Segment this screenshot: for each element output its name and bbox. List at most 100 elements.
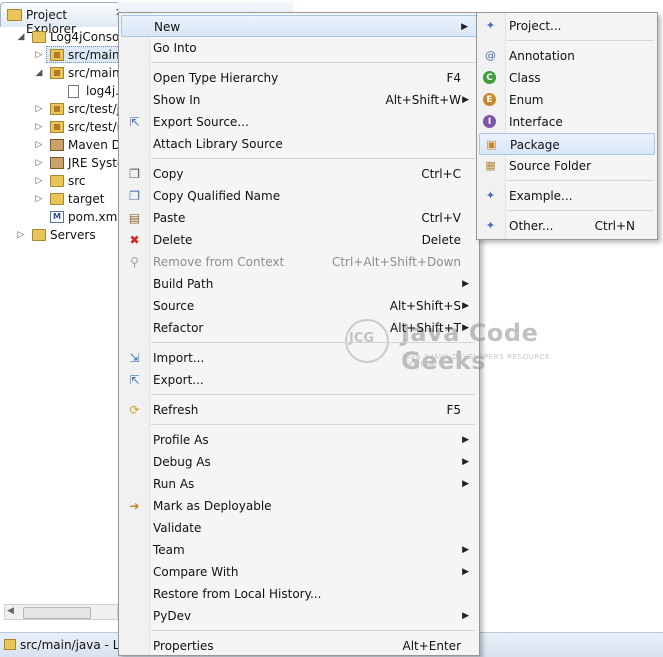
submenu-item-label: Project... (509, 19, 562, 33)
menu-item-new[interactable]: New ▶ (121, 15, 477, 37)
folder-icon (32, 229, 46, 241)
menu-item-attach-library-source[interactable]: Attach Library Source (121, 133, 477, 155)
collapsed-twisty-icon[interactable]: ▷ (34, 154, 44, 172)
menu-item-label: Copy (153, 167, 184, 181)
menu-item-refactor[interactable]: Refactor Alt+Shift+T ▶ (121, 317, 477, 339)
menu-item-show-in[interactable]: Show In Alt+Shift+W ▶ (121, 89, 477, 111)
expanded-twisty-icon[interactable]: ◢ (16, 28, 26, 46)
collapsed-twisty-icon[interactable]: ▷ (34, 172, 44, 190)
tree-item-label: pom.xml (68, 210, 121, 224)
import-icon: ⇲ (129, 351, 140, 365)
submenu-arrow-icon: ▶ (462, 301, 469, 311)
menu-item-paste[interactable]: ▤ Paste Ctrl+V (121, 207, 477, 229)
submenu-item-interface[interactable]: I Interface (479, 111, 655, 133)
menu-item-shortcut: Alt+Shift+S (389, 299, 461, 313)
submenu-item-example[interactable]: ✦ Example... (479, 185, 655, 207)
delete-icon: ✖ (129, 233, 140, 247)
menu-item-label: Open Type Hierarchy (153, 71, 279, 85)
menu-item-build-path[interactable]: Build Path ▶ (121, 273, 477, 295)
menu-item-shortcut: Alt+Enter (402, 639, 461, 653)
scroll-left-icon[interactable]: ◀ (7, 606, 14, 616)
horizontal-scrollbar[interactable]: ◀ (4, 604, 118, 620)
expanded-twisty-icon[interactable]: ◢ (34, 64, 44, 82)
collapsed-twisty-icon[interactable]: ▷ (34, 136, 44, 154)
menu-item-label: Go Into (153, 41, 197, 55)
menu-item-delete[interactable]: ✖ Delete Delete (121, 229, 477, 251)
copy-icon: ❐ (129, 167, 140, 181)
menu-item-restore-from-local-history[interactable]: Restore from Local History... (121, 583, 477, 605)
menu-item-label: Import... (153, 351, 205, 365)
submenu-arrow-icon: ▶ (462, 95, 469, 105)
menu-item-profile-as[interactable]: Profile As ▶ (121, 429, 477, 451)
package-icon: ▣ (486, 138, 497, 151)
menu-item-label: Export Source... (153, 115, 249, 129)
submenu-item-enum[interactable]: E Enum (479, 89, 655, 111)
menu-item-label: Team (153, 543, 185, 557)
menu-item-label: Properties (153, 639, 214, 653)
menu-item-debug-as[interactable]: Debug As ▶ (121, 451, 477, 473)
package-folder-icon (50, 121, 64, 133)
tree-item-label: log4j. (86, 84, 120, 98)
menu-item-compare-with[interactable]: Compare With ▶ (121, 561, 477, 583)
submenu-item-other[interactable]: ✦ Other... Ctrl+N (479, 215, 655, 237)
menu-item-export-source[interactable]: ⇱ Export Source... (121, 111, 477, 133)
menu-item-label: Export... (153, 373, 204, 387)
menu-item-shortcut: Alt+Shift+T (390, 321, 461, 335)
menu-item-open-type-hierarchy[interactable]: Open Type Hierarchy F4 (121, 67, 477, 89)
menu-item-export[interactable]: ⇱ Export... (121, 369, 477, 391)
menu-item-label: Show In (153, 93, 201, 107)
package-folder-icon (50, 103, 64, 115)
other-wizard-icon: ✦ (485, 219, 496, 232)
submenu-item-class[interactable]: C Class (479, 67, 655, 89)
submenu-arrow-icon: ▶ (462, 435, 469, 445)
menu-item-label: Profile As (153, 433, 209, 447)
collapsed-twisty-icon[interactable]: ▷ (16, 226, 26, 244)
menu-item-copy-qualified-name[interactable]: ❐ Copy Qualified Name (121, 185, 477, 207)
remove-context-icon: ⚲ (130, 255, 139, 269)
collapsed-twisty-icon[interactable]: ▷ (34, 100, 44, 118)
scrollbar-thumb[interactable] (23, 607, 91, 619)
menu-item-team[interactable]: Team ▶ (121, 539, 477, 561)
menu-item-label: Validate (153, 521, 202, 535)
menu-item-pydev[interactable]: PyDev ▶ (121, 605, 477, 627)
menu-item-copy[interactable]: ❐ Copy Ctrl+C (121, 163, 477, 185)
submenu-arrow-icon: ▶ (462, 323, 469, 333)
tree-item-label: Servers (50, 228, 96, 242)
package-folder-icon (4, 639, 16, 650)
menu-separator (151, 158, 475, 159)
menu-item-properties[interactable]: Properties Alt+Enter (121, 635, 477, 657)
collapsed-twisty-icon[interactable]: ▷ (34, 118, 44, 136)
tree-item-label: src/test/r (68, 120, 122, 134)
submenu-item-package[interactable]: ▣ Package (479, 133, 655, 155)
menu-item-refresh[interactable]: ⟳ Refresh F5 (121, 399, 477, 421)
menu-item-go-into[interactable]: Go Into (121, 37, 477, 59)
menu-item-label: Compare With (153, 565, 239, 579)
menu-item-import[interactable]: ⇲ Import... (121, 347, 477, 369)
project-icon (32, 31, 46, 43)
submenu-item-source-folder[interactable]: ▦ Source Folder (479, 155, 655, 177)
menu-item-source[interactable]: Source Alt+Shift+S ▶ (121, 295, 477, 317)
menu-separator (151, 62, 475, 63)
tree-item-label: target (68, 192, 105, 206)
project-explorer-tab[interactable]: Project Explorer ✕ (0, 2, 124, 36)
folder-icon (50, 175, 64, 187)
collapsed-twisty-icon[interactable]: ▷ (34, 190, 44, 208)
tree-item-label: src/main/ (68, 66, 124, 80)
menu-item-mark-as-deployable[interactable]: ➜ Mark as Deployable (121, 495, 477, 517)
menu-item-shortcut: F4 (446, 71, 461, 85)
collapsed-twisty-icon[interactable]: ▷ (34, 46, 44, 64)
package-folder-icon (50, 49, 64, 61)
submenu-item-project[interactable]: ✦ Project... (479, 15, 655, 37)
menu-item-validate[interactable]: Validate (121, 517, 477, 539)
submenu-item-shortcut: Ctrl+N (594, 219, 635, 233)
submenu-arrow-icon: ▶ (462, 279, 469, 289)
menu-item-label: Paste (153, 211, 186, 225)
menu-item-run-as[interactable]: Run As ▶ (121, 473, 477, 495)
submenu-arrow-icon: ▶ (462, 611, 469, 621)
submenu-arrow-icon: ▶ (462, 567, 469, 577)
enum-icon: E (483, 93, 496, 106)
menu-item-label: Build Path (153, 277, 214, 291)
submenu-item-annotation[interactable]: @ Annotation (479, 45, 655, 67)
library-icon (50, 139, 64, 151)
menu-item-label: Restore from Local History... (153, 587, 322, 601)
